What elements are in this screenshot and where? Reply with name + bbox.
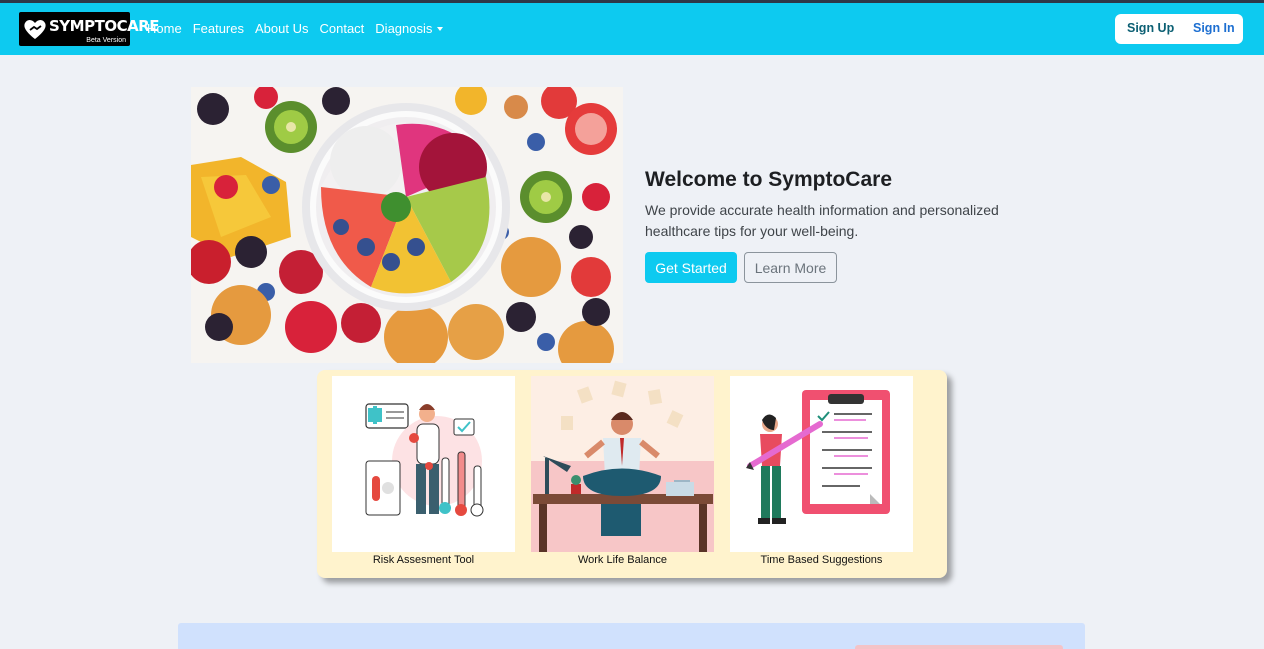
nav-home[interactable]: Home <box>147 21 182 36</box>
sign-in-button[interactable]: Sign In <box>1193 21 1235 35</box>
learn-more-button[interactable]: Learn More <box>744 252 837 283</box>
nav-contact[interactable]: Contact <box>319 21 364 36</box>
feature-card-risk[interactable] <box>332 376 515 552</box>
time-based-suggestions-illustration <box>730 376 913 552</box>
features-panel: Risk Assesment Tool Work Life Balance Ti… <box>317 370 947 578</box>
risk-assessment-illustration <box>332 376 515 552</box>
feature-label-work-life: Work Life Balance <box>577 554 668 566</box>
navbar: SYMPTOCARE Beta Version Home Features Ab… <box>0 3 1264 55</box>
hero-title: Welcome to SymptoCare <box>645 168 893 191</box>
sign-up-button[interactable]: Sign Up <box>1127 21 1174 35</box>
hero-fruit-image <box>191 87 623 363</box>
hero-description: We provide accurate health information a… <box>645 202 999 239</box>
work-life-balance-illustration <box>531 376 714 552</box>
auth-buttons: Sign Up Sign In <box>1115 14 1243 44</box>
chevron-down-icon <box>437 27 444 31</box>
brand-logo[interactable]: SYMPTOCARE Beta Version <box>19 12 159 46</box>
nav-diagnosis-label: Diagnosis <box>375 21 433 36</box>
fruit-bowl-illustration <box>191 87 623 363</box>
nav-about-us[interactable]: About Us <box>255 21 308 36</box>
nav-features[interactable]: Features <box>193 21 244 36</box>
feature-label-risk: Risk Assesment Tool <box>372 554 475 566</box>
brand-name: SYMPTOCARE <box>49 17 159 35</box>
feature-label-time-based: Time Based Suggestions <box>760 554 883 566</box>
heart-hands-icon <box>24 20 46 39</box>
brand-tagline: Beta Version <box>86 37 126 44</box>
get-started-button[interactable]: Get Started <box>645 252 737 283</box>
feature-card-work-life[interactable] <box>531 376 714 552</box>
next-section <box>178 623 1085 649</box>
next-section-accent <box>855 645 1063 649</box>
nav-diagnosis-dropdown[interactable]: Diagnosis <box>375 21 444 36</box>
feature-card-time-based[interactable] <box>730 376 913 552</box>
main-nav: Home Features About Us Contact Diagnosis <box>147 21 454 36</box>
